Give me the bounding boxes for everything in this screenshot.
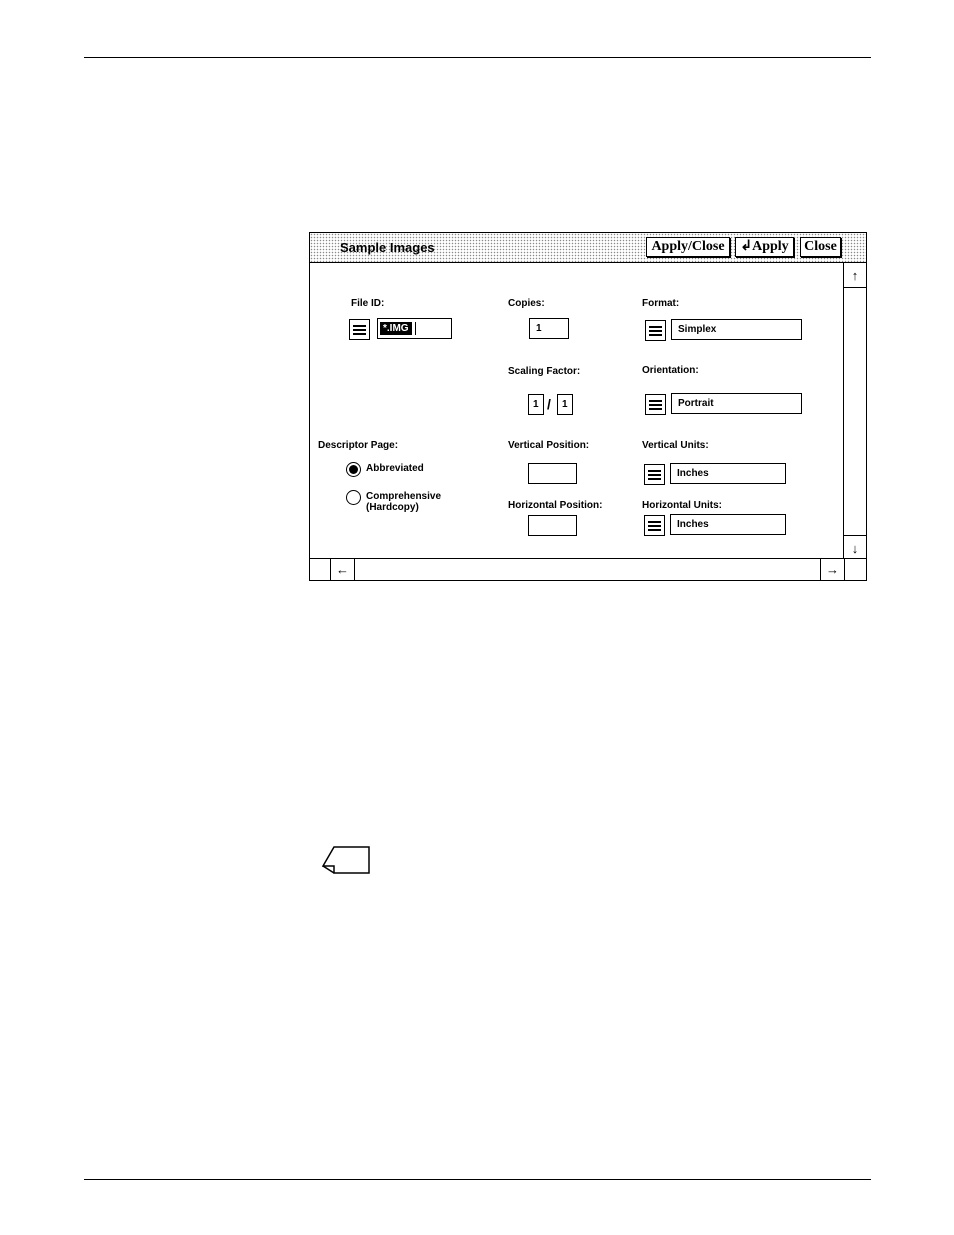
apply-button-label: Apply <box>752 239 789 254</box>
scroll-down-button[interactable]: ↓ <box>844 535 866 560</box>
arrow-down-icon: ↓ <box>851 541 859 556</box>
comprehensive-label: Comprehensive <box>366 491 442 502</box>
copies-label: Copies: <box>508 298 545 309</box>
scroll-left-button[interactable]: ← <box>330 559 355 580</box>
apply-button[interactable]: ↲Apply <box>735 237 794 257</box>
window-title-bar[interactable]: Sample Images Apply/Close ↲Apply Close <box>310 233 866 263</box>
horizontal-units-field[interactable]: Inches <box>670 514 786 535</box>
horizontal-position-label: Horizontal Position: <box>508 500 603 511</box>
horizontal-units-menu-button[interactable] <box>644 515 665 536</box>
vertical-position-field[interactable] <box>528 463 577 484</box>
file-id-field[interactable]: *.IMG <box>377 318 452 339</box>
scaling-factor-separator: / <box>547 396 551 412</box>
horizontal-units-label: Horizontal Units: <box>642 500 722 511</box>
scroll-up-button[interactable]: ↑ <box>844 263 866 288</box>
format-field[interactable]: Simplex <box>671 319 802 340</box>
comprehensive-radio[interactable] <box>346 490 361 505</box>
abbreviated-label: Abbreviated <box>366 463 424 474</box>
arrow-up-icon: ↑ <box>851 268 859 283</box>
orientation-field[interactable]: Portrait <box>671 393 802 414</box>
top-rule <box>84 57 871 58</box>
copies-field[interactable]: 1 <box>529 318 569 339</box>
arrow-right-icon: → <box>826 562 839 577</box>
menu-icon <box>649 326 662 328</box>
file-id-menu-button[interactable] <box>349 319 370 340</box>
file-id-value: *.IMG <box>380 322 412 335</box>
orientation-menu-button[interactable] <box>645 394 666 415</box>
apply-close-button[interactable]: Apply/Close <box>646 237 730 257</box>
bottom-rule <box>84 1179 871 1180</box>
sample-images-window: Sample Images Apply/Close ↲Apply Close F… <box>309 232 867 581</box>
menu-icon <box>649 400 662 402</box>
scaling-factor-denominator[interactable]: 1 <box>557 394 573 415</box>
horizontal-position-field[interactable] <box>528 515 577 536</box>
format-label: Format: <box>642 298 680 309</box>
menu-icon <box>353 325 366 327</box>
format-menu-button[interactable] <box>645 320 666 341</box>
scaling-factor-label: Scaling Factor: <box>508 366 581 377</box>
arrow-left-icon: ← <box>336 562 349 577</box>
scroll-right-button[interactable]: → <box>820 559 845 580</box>
abbreviated-radio[interactable] <box>346 462 361 477</box>
return-arrow-icon: ↲ <box>740 239 753 254</box>
vertical-units-label: Vertical Units: <box>642 440 709 451</box>
scaling-factor-numerator[interactable]: 1 <box>528 394 544 415</box>
comprehensive-sublabel: (Hardcopy) <box>366 502 419 513</box>
menu-icon <box>648 521 661 523</box>
horizontal-scrollbar[interactable]: ← → <box>310 558 866 580</box>
orientation-label: Orientation: <box>642 365 699 376</box>
note-icon <box>322 846 370 874</box>
vertical-units-menu-button[interactable] <box>644 464 665 485</box>
file-id-label: File ID: <box>351 298 385 309</box>
vertical-position-label: Vertical Position: <box>508 440 590 451</box>
vertical-units-field[interactable]: Inches <box>670 463 786 484</box>
menu-icon <box>648 470 661 472</box>
text-cursor <box>414 321 416 335</box>
descriptor-page-label: Descriptor Page: <box>318 440 399 451</box>
window-title: Sample Images <box>340 240 435 255</box>
close-button[interactable]: Close <box>800 237 841 257</box>
vertical-scrollbar[interactable]: ↑ ↓ <box>843 263 866 560</box>
